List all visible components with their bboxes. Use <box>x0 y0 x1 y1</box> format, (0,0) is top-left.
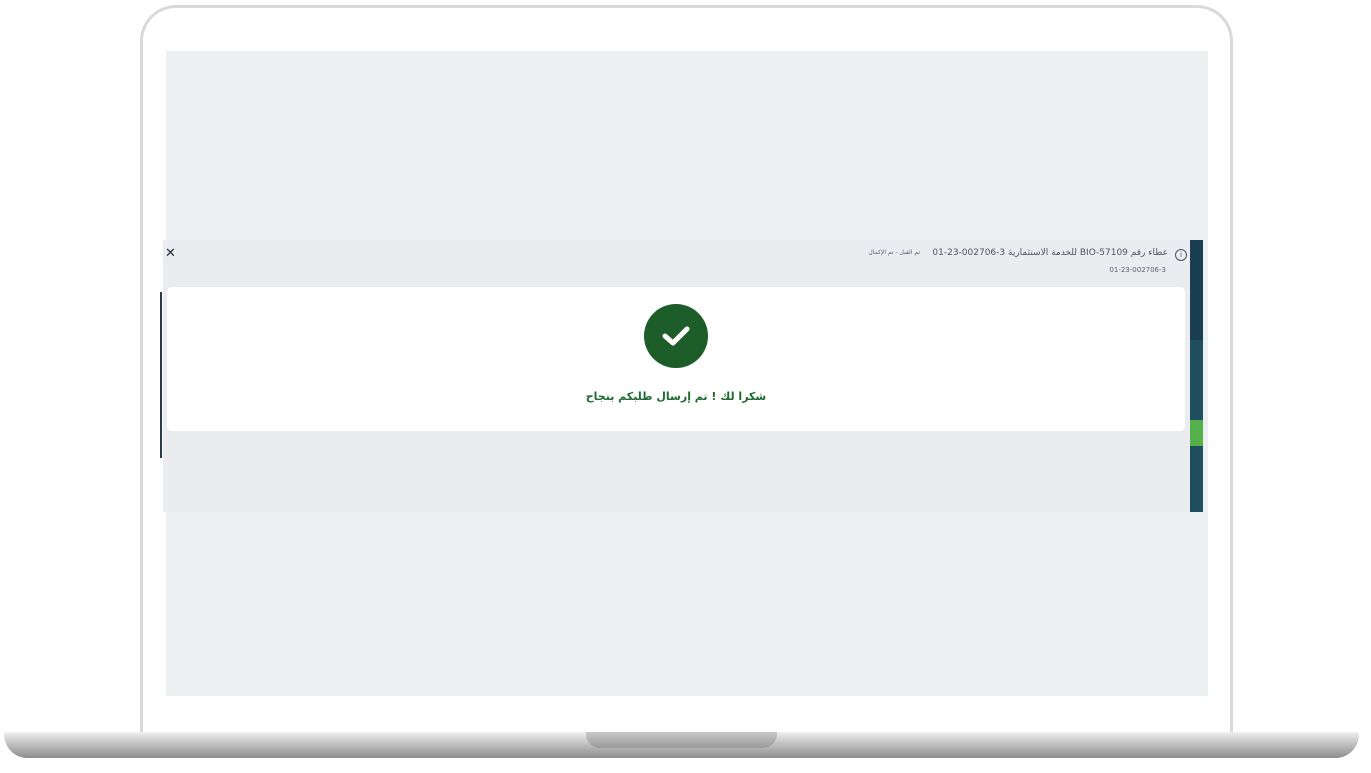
success-message: شكرا لك ! تم إرسال طلبكم بنجاح <box>585 390 767 403</box>
sidebar-strip <box>1190 240 1203 512</box>
info-icon[interactable]: i <box>1175 249 1187 261</box>
close-icon[interactable]: ✕ <box>165 247 177 261</box>
status-badge: تم القبل - تم الإكمال <box>868 249 920 256</box>
laptop-notch <box>586 732 777 748</box>
sidebar-active-indicator <box>1190 420 1203 446</box>
request-title: عطاء رقم BIO-57109 للخدمة الاستثمارية 3-… <box>932 248 1168 258</box>
check-circle-icon <box>644 304 708 368</box>
sidebar-strip-top <box>1190 240 1203 340</box>
request-number: 01-23-002706-3 <box>1109 266 1166 274</box>
checkmark-icon <box>662 326 690 346</box>
modal-border <box>160 292 162 458</box>
